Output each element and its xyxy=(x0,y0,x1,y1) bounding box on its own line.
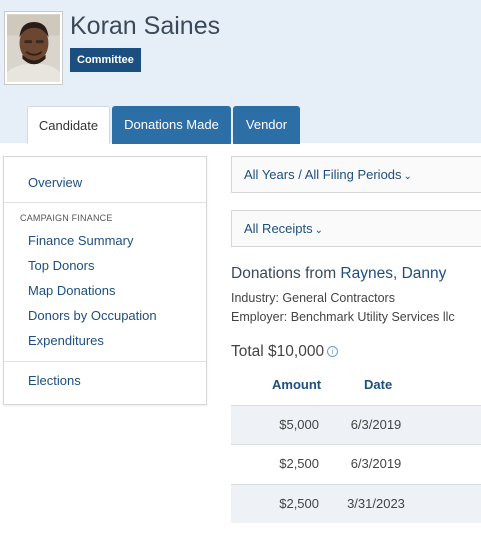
receipts-dropdown[interactable]: All Receipts ⌄ xyxy=(231,210,481,247)
sidebar-item-finance-summary[interactable]: Finance Summary xyxy=(28,233,133,248)
avatar xyxy=(4,11,63,85)
chevron-down-icon: ⌄ xyxy=(403,171,412,182)
donor-name: Raynes, Danny xyxy=(340,265,447,282)
table-row: $2,500 3/31/2023 xyxy=(231,484,481,523)
sidebar-section-heading: CAMPAIGN FINANCE xyxy=(20,213,113,223)
date-cell: 6/3/2019 xyxy=(350,456,402,471)
amount-cell: $2,500 xyxy=(279,496,319,511)
info-icon[interactable]: i xyxy=(327,346,339,358)
committee-badge[interactable]: Committee xyxy=(70,48,141,72)
date-cell: 3/31/2023 xyxy=(347,496,405,511)
amount-cell: $5,000 xyxy=(279,417,319,432)
donation-total: Total $10,000 i xyxy=(231,343,339,361)
candidate-name: Koran Saines xyxy=(70,12,221,40)
amount-cell: $2,500 xyxy=(279,456,319,471)
filing-period-dropdown[interactable]: All Years / All Filing Periods ⌄ xyxy=(231,156,481,193)
chevron-down-icon: ⌄ xyxy=(314,225,324,236)
tab-vendor[interactable]: Vendor xyxy=(233,106,300,144)
table-row: $2,500 6/3/2019 xyxy=(231,444,481,483)
sidebar-item-elections[interactable]: Elections xyxy=(28,373,81,388)
donor-heading: Donations from Raynes, Danny xyxy=(231,265,446,283)
sidebar-item-donors-by-occupation[interactable]: Donors by Occupation xyxy=(28,308,157,323)
column-header-amount[interactable]: Amount xyxy=(272,377,321,392)
receipts-label: All Receipts xyxy=(244,221,313,236)
candidate-photo xyxy=(7,14,60,82)
donor-employer: Employer: Benchmark Utility Services llc xyxy=(231,310,455,324)
sidebar-nav: Overview CAMPAIGN FINANCE Finance Summar… xyxy=(3,156,207,405)
sidebar-divider xyxy=(4,361,206,362)
donor-industry: Industry: General Contractors xyxy=(231,291,395,305)
date-cell: 6/3/2019 xyxy=(350,417,402,432)
tab-candidate[interactable]: Candidate xyxy=(27,106,110,144)
sidebar-item-map-donations[interactable]: Map Donations xyxy=(28,283,115,298)
filing-period-label: All Years / All Filing Periods xyxy=(244,167,402,182)
donor-heading-prefix: Donations from xyxy=(231,265,341,282)
tab-donations-made[interactable]: Donations Made xyxy=(112,106,231,144)
sidebar-divider xyxy=(4,202,206,203)
donation-total-value: Total $10,000 xyxy=(231,343,325,360)
table-row: $5,000 6/3/2019 xyxy=(231,405,481,444)
sidebar-item-overview[interactable]: Overview xyxy=(28,175,82,190)
column-header-date[interactable]: Date xyxy=(364,377,392,392)
sidebar-item-expenditures[interactable]: Expenditures xyxy=(28,333,104,348)
sidebar-item-top-donors[interactable]: Top Donors xyxy=(28,258,94,273)
